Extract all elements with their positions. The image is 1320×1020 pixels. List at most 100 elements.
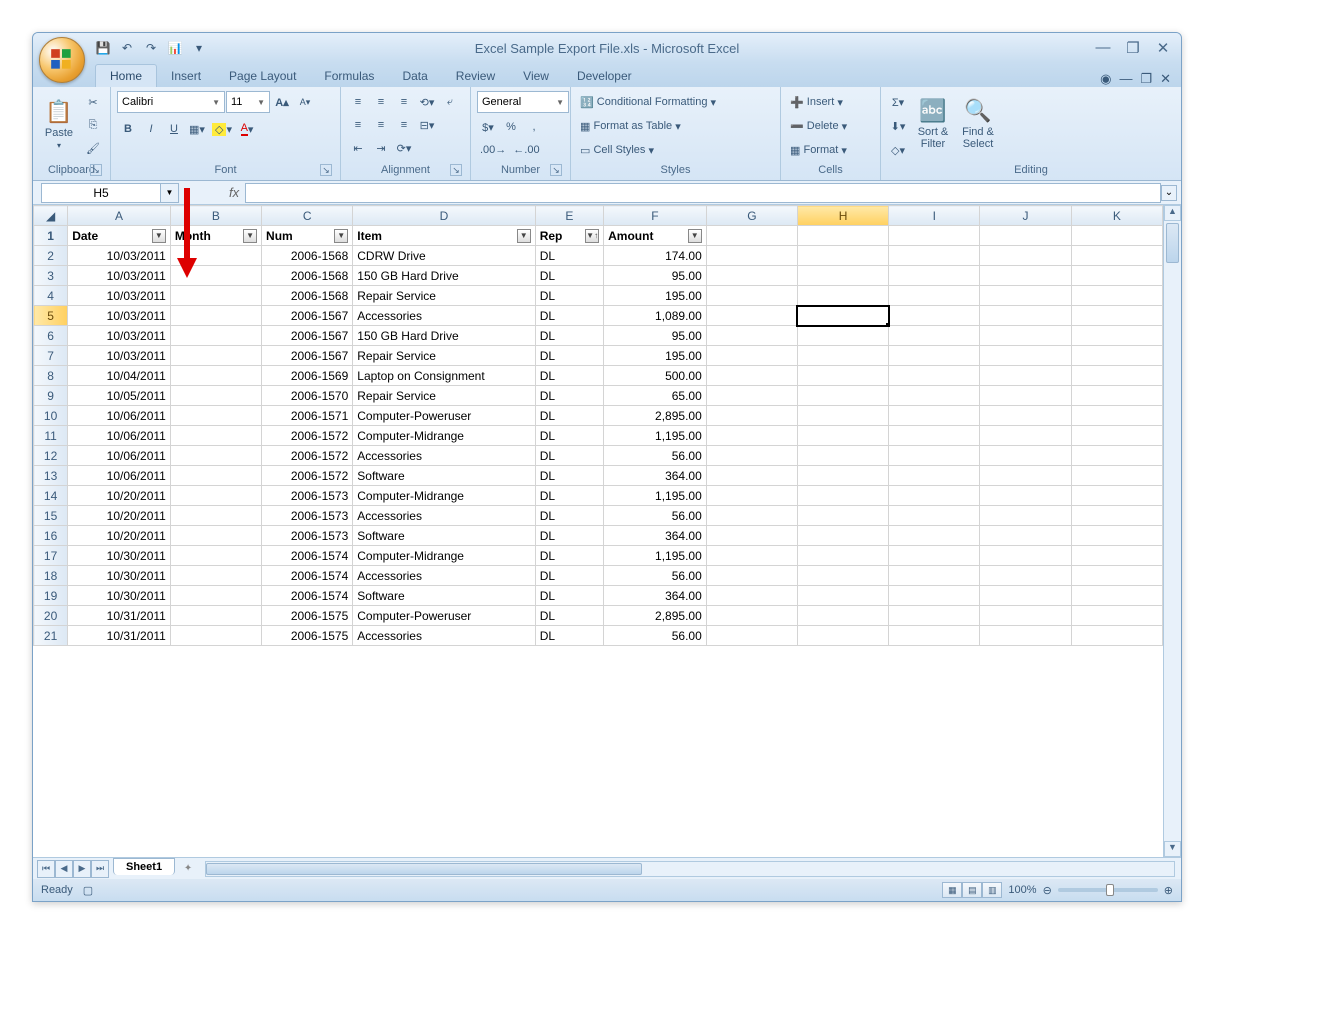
horizontal-scrollbar[interactable] [205, 861, 1175, 877]
cell-B10[interactable] [170, 406, 261, 426]
align-middle-icon[interactable]: ≡ [370, 91, 392, 113]
cell-G10[interactable] [706, 406, 797, 426]
cell-J15[interactable] [980, 506, 1071, 526]
cell-K17[interactable] [1071, 546, 1162, 566]
cell-H12[interactable] [797, 446, 888, 466]
undo-icon[interactable]: ↶ [117, 38, 137, 58]
row-header-14[interactable]: 14 [34, 486, 68, 506]
cell-D21[interactable]: Accessories [353, 626, 535, 646]
cell-G4[interactable] [706, 286, 797, 306]
cell-F14[interactable]: 1,195.00 [604, 486, 707, 506]
cell-I20[interactable] [889, 606, 980, 626]
cell-I2[interactable] [889, 246, 980, 266]
shrink-font-icon[interactable]: A▾ [294, 91, 316, 113]
bold-button[interactable]: B [117, 118, 139, 140]
cell-G7[interactable] [706, 346, 797, 366]
row-header-19[interactable]: 19 [34, 586, 68, 606]
cell-J2[interactable] [980, 246, 1071, 266]
cell-D11[interactable]: Computer-Midrange [353, 426, 535, 446]
cell-G18[interactable] [706, 566, 797, 586]
cell-G15[interactable] [706, 506, 797, 526]
cell-H2[interactable] [797, 246, 888, 266]
cell-F19[interactable]: 364.00 [604, 586, 707, 606]
row-header-7[interactable]: 7 [34, 346, 68, 366]
cell-E11[interactable]: DL [535, 426, 603, 446]
row-header-13[interactable]: 13 [34, 466, 68, 486]
cell-D5[interactable]: Accessories [353, 306, 535, 326]
cell-K5[interactable] [1071, 306, 1162, 326]
cell-K9[interactable] [1071, 386, 1162, 406]
cell-B12[interactable] [170, 446, 261, 466]
cell-H9[interactable] [797, 386, 888, 406]
tab-data[interactable]: Data [388, 65, 441, 87]
cell-I14[interactable] [889, 486, 980, 506]
fill-color-icon[interactable]: ◇▾ [209, 118, 235, 140]
column-header-A[interactable]: A [68, 206, 171, 226]
cell-I12[interactable] [889, 446, 980, 466]
cell-J16[interactable] [980, 526, 1071, 546]
cell-K4[interactable] [1071, 286, 1162, 306]
cell-E10[interactable]: DL [535, 406, 603, 426]
cell-H16[interactable] [797, 526, 888, 546]
cell-F2[interactable]: 174.00 [604, 246, 707, 266]
cell-A18[interactable]: 10/30/2011 [68, 566, 171, 586]
cell-styles-button[interactable]: ▭ Cell Styles ▾ [577, 139, 774, 161]
cell-B17[interactable] [170, 546, 261, 566]
cell-H20[interactable] [797, 606, 888, 626]
cell-A13[interactable]: 10/06/2011 [68, 466, 171, 486]
expand-formula-bar-icon[interactable]: ⌄ [1161, 185, 1177, 201]
cell-B16[interactable] [170, 526, 261, 546]
cell-B20[interactable] [170, 606, 261, 626]
cell-J10[interactable] [980, 406, 1071, 426]
cell-I17[interactable] [889, 546, 980, 566]
cell-G1[interactable] [706, 226, 797, 246]
tab-formulas[interactable]: Formulas [310, 65, 388, 87]
cell-I10[interactable] [889, 406, 980, 426]
worksheet-grid[interactable]: ◢ABCDEFGHIJK1Date▼Month▼Num▼Item▼Rep▼↑Am… [33, 205, 1181, 857]
cell-J11[interactable] [980, 426, 1071, 446]
tab-developer[interactable]: Developer [563, 65, 646, 87]
increase-indent-icon[interactable]: ⇥ [370, 137, 392, 159]
cell-G14[interactable] [706, 486, 797, 506]
cell-K7[interactable] [1071, 346, 1162, 366]
cell-F11[interactable]: 1,195.00 [604, 426, 707, 446]
column-header-E[interactable]: E [535, 206, 603, 226]
vertical-scrollbar[interactable]: ▲▼ [1163, 205, 1181, 857]
cell-F16[interactable]: 364.00 [604, 526, 707, 546]
cell-C13[interactable]: 2006-1572 [262, 466, 353, 486]
cell-J8[interactable] [980, 366, 1071, 386]
cell-C12[interactable]: 2006-1572 [262, 446, 353, 466]
cell-K6[interactable] [1071, 326, 1162, 346]
cell-E21[interactable]: DL [535, 626, 603, 646]
cell-A3[interactable]: 10/03/2011 [68, 266, 171, 286]
cut-icon[interactable]: ✂ [82, 91, 104, 113]
cell-K10[interactable] [1071, 406, 1162, 426]
cell-F4[interactable]: 195.00 [604, 286, 707, 306]
cell-E7[interactable]: DL [535, 346, 603, 366]
cell-K14[interactable] [1071, 486, 1162, 506]
cell-B14[interactable] [170, 486, 261, 506]
row-header-3[interactable]: 3 [34, 266, 68, 286]
cell-E12[interactable]: DL [535, 446, 603, 466]
cell-G2[interactable] [706, 246, 797, 266]
cell-B4[interactable] [170, 286, 261, 306]
name-box[interactable]: H5 [41, 183, 161, 203]
cell-H7[interactable] [797, 346, 888, 366]
border-icon[interactable]: ▦▾ [186, 118, 208, 140]
cell-A12[interactable]: 10/06/2011 [68, 446, 171, 466]
cell-C17[interactable]: 2006-1574 [262, 546, 353, 566]
cell-C16[interactable]: 2006-1573 [262, 526, 353, 546]
cell-J18[interactable] [980, 566, 1071, 586]
tab-page-layout[interactable]: Page Layout [215, 65, 310, 87]
cell-K21[interactable] [1071, 626, 1162, 646]
cell-J20[interactable] [980, 606, 1071, 626]
cell-H11[interactable] [797, 426, 888, 446]
cell-A5[interactable]: 10/03/2011 [68, 306, 171, 326]
row-header-18[interactable]: 18 [34, 566, 68, 586]
cell-B15[interactable] [170, 506, 261, 526]
sheet-tab-sheet1[interactable]: Sheet1 [113, 858, 175, 875]
cell-J5[interactable] [980, 306, 1071, 326]
cell-H18[interactable] [797, 566, 888, 586]
next-sheet-icon[interactable]: ▶ [73, 860, 91, 878]
cell-K12[interactable] [1071, 446, 1162, 466]
